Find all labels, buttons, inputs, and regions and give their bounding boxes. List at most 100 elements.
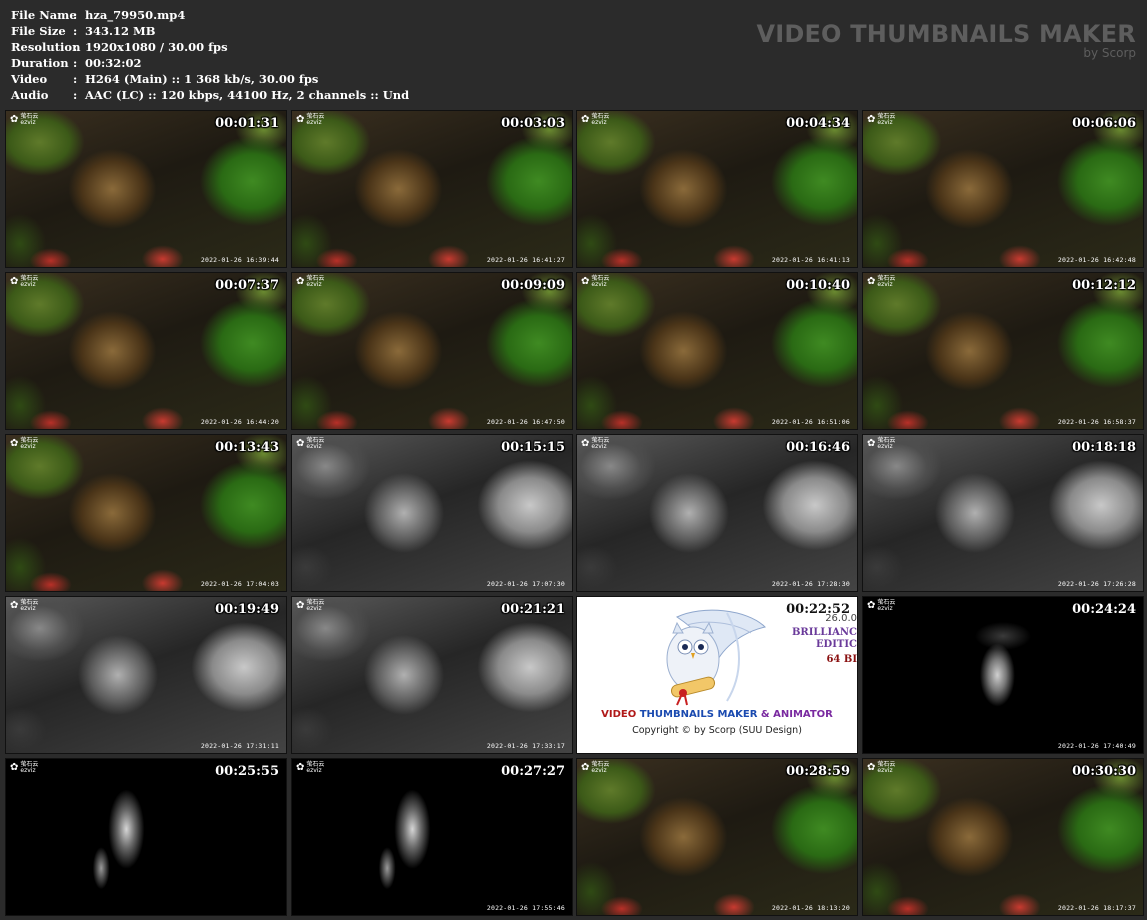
flower-icon: ✿ bbox=[296, 438, 305, 449]
camera-brand-bottom: ezviz bbox=[20, 281, 36, 288]
brand-subtitle: by Scorp bbox=[1083, 46, 1136, 60]
thumbnail-timestamp: 00:15:15 bbox=[501, 440, 565, 455]
file-info-row: Video: H264 (Main) :: 1 368 kb/s, 30.00 f… bbox=[11, 71, 409, 87]
thumbnail-timestamp: 00:21:21 bbox=[501, 602, 565, 617]
thumbnail-timestamp: 00:06:06 bbox=[1072, 116, 1136, 131]
file-info-key: Audio bbox=[11, 88, 49, 102]
flower-icon: ✿ bbox=[296, 114, 305, 125]
video-thumbnail[interactable]: ✿ 萤石云 ezviz 00:28:59 2022-01-26 18:13:20 bbox=[576, 758, 858, 916]
brand-watermark: VIDEO THUMBNAILS MAKER by Scorp bbox=[756, 21, 1136, 59]
video-thumbnail[interactable]: ✿ 萤石云 ezviz 00:04:34 2022-01-26 16:41:13 bbox=[576, 110, 858, 268]
camera-brand-bottom: ezviz bbox=[591, 119, 607, 126]
camera-brand-bottom: ezviz bbox=[20, 767, 36, 774]
file-info-separator: : bbox=[73, 72, 78, 86]
camera-brand-text: 萤石云 ezviz bbox=[591, 114, 609, 126]
file-info-key: Resolution bbox=[11, 40, 81, 54]
camera-brand-bottom: ezviz bbox=[306, 281, 322, 288]
video-thumbnail[interactable]: ✿ 萤石云 ezviz 00:21:21 2022-01-26 17:33:17 bbox=[291, 596, 573, 754]
thumbnail-timestamp: 00:12:12 bbox=[1072, 278, 1136, 293]
thumbnail-frame-image bbox=[6, 597, 286, 753]
video-thumbnail[interactable]: ✿ 萤石云 ezviz 00:30:30 2022-01-26 18:17:37 bbox=[862, 758, 1144, 916]
file-info-separator: : bbox=[73, 24, 78, 38]
camera-brand-logo: ✿ 萤石云 ezviz bbox=[296, 600, 324, 612]
camera-brand-text: 萤石云 ezviz bbox=[877, 762, 895, 774]
camera-brand-logo: ✿ 萤石云 ezviz bbox=[867, 762, 895, 774]
file-info-row: File Size:343.12 MB bbox=[11, 23, 409, 39]
video-thumbnail[interactable]: ✿ 萤石云 ezviz 00:01:31 2022-01-26 16:39:44 bbox=[5, 110, 287, 268]
video-thumbnail[interactable]: ✿ 萤石云 ezviz 00:19:49 2022-01-26 17:31:11 bbox=[5, 596, 287, 754]
camera-datetime-overlay: 2022-01-26 16:39:44 bbox=[200, 256, 279, 264]
camera-datetime-overlay: 2022-01-26 16:44:20 bbox=[200, 418, 279, 426]
video-thumbnail[interactable]: ✿ 萤石云 ezviz 00:27:27 2022-01-26 17:55:46 bbox=[291, 758, 573, 916]
thumbnail-frame-image bbox=[577, 111, 857, 267]
video-thumbnail[interactable]: ✿ 萤石云 ezviz 00:07:37 2022-01-26 16:44:20 bbox=[5, 272, 287, 430]
thumbnail-frame-image bbox=[577, 759, 857, 915]
flower-icon: ✿ bbox=[10, 114, 19, 125]
camera-brand-logo: ✿ 萤石云 ezviz bbox=[10, 276, 38, 288]
video-thumbnail[interactable]: ✿ 萤石云 ezviz 00:06:06 2022-01-26 16:42:48 bbox=[862, 110, 1144, 268]
logo-product-name-part: THUMBNAILS MAKER bbox=[639, 709, 758, 720]
file-info-row: Duration:00:32:02 bbox=[11, 55, 409, 71]
video-thumbnail[interactable]: ✿ 萤石云 ezviz 00:16:46 2022-01-26 17:28:30 bbox=[576, 434, 858, 592]
thumbnail-frame-image bbox=[863, 435, 1143, 591]
camera-datetime-overlay: 2022-01-26 18:17:37 bbox=[1057, 904, 1136, 912]
file-info-row: Audio: AAC (LC) :: 120 kbps, 44100 Hz, 2 … bbox=[11, 87, 409, 103]
file-info-value: H264 (Main) :: 1 368 kb/s, 30.00 fps bbox=[85, 72, 319, 86]
flower-icon: ✿ bbox=[867, 600, 876, 611]
video-thumbnail[interactable]: ✿ 萤石云 ezviz 00:24:24 2022-01-26 17:40:49 bbox=[862, 596, 1144, 754]
video-thumbnail[interactable]: ✿ 萤石云 ezviz 00:09:09 2022-01-26 16:47:50 bbox=[291, 272, 573, 430]
camera-brand-text: 萤石云 ezviz bbox=[306, 114, 324, 126]
logo-edition: BRILLIANC EDITIC bbox=[792, 627, 857, 651]
flower-icon: ✿ bbox=[581, 762, 590, 773]
video-thumbnail[interactable]: ✿ 萤石云 ezviz 00:10:40 2022-01-26 16:51:06 bbox=[576, 272, 858, 430]
camera-brand-bottom: ezviz bbox=[591, 767, 607, 774]
camera-brand-logo: ✿ 萤石云 ezviz bbox=[581, 114, 609, 126]
video-thumbnail[interactable]: ✿ 萤石云 ezviz 00:15:15 2022-01-26 17:07:30 bbox=[291, 434, 573, 592]
thumbnail-timestamp: 00:09:09 bbox=[501, 278, 565, 293]
camera-datetime-overlay: 2022-01-26 17:33:17 bbox=[486, 742, 565, 750]
camera-brand-logo: ✿ 萤石云 ezviz bbox=[867, 438, 895, 450]
file-info: File Name: hza_79950.mp4 File Size:343.12 … bbox=[11, 7, 409, 103]
video-thumbnail[interactable]: ✿ 萤石云 ezviz 00:03:03 2022-01-26 16:41:27 bbox=[291, 110, 573, 268]
camera-datetime-overlay: 2022-01-26 16:41:13 bbox=[771, 256, 850, 264]
camera-brand-logo: ✿ 萤石云 ezviz bbox=[296, 762, 324, 774]
camera-brand-text: 萤石云 ezviz bbox=[306, 438, 324, 450]
camera-brand-bottom: ezviz bbox=[877, 767, 893, 774]
camera-brand-text: 萤石云 ezviz bbox=[306, 600, 324, 612]
video-thumbnail[interactable]: ✿ 萤石云 ezviz 00:13:43 2022-01-26 17:04:03 bbox=[5, 434, 287, 592]
thumbnail-timestamp: 00:18:18 bbox=[1072, 440, 1136, 455]
thumbnail-frame-image bbox=[863, 759, 1143, 915]
camera-datetime-overlay: 2022-01-26 17:40:49 bbox=[1057, 742, 1136, 750]
thumbnail-frame-image bbox=[6, 435, 286, 591]
video-thumbnail[interactable]: 26.0.0 BRILLIANC EDITIC 64 BI VIDEO THUMBNAI… bbox=[576, 596, 858, 754]
camera-brand-bottom: ezviz bbox=[20, 605, 36, 612]
camera-brand-text: 萤石云 ezviz bbox=[20, 762, 38, 774]
camera-brand-text: 萤石云 ezviz bbox=[877, 600, 895, 612]
thumbnail-timestamp: 00:13:43 bbox=[215, 440, 279, 455]
file-info-value: 1920x1080 / 30.00 fps bbox=[85, 40, 228, 54]
thumbnail-timestamp: 00:16:46 bbox=[786, 440, 850, 455]
brand-title: VIDEO THUMBNAILS MAKER bbox=[756, 20, 1136, 48]
thumbnail-timestamp: 00:22:52 bbox=[786, 602, 850, 617]
video-thumbnail[interactable]: ✿ 萤石云 ezviz 00:25:55 bbox=[5, 758, 287, 916]
camera-brand-logo: ✿ 萤石云 ezviz bbox=[296, 114, 324, 126]
file-info-key: File Size bbox=[11, 24, 66, 38]
flower-icon: ✿ bbox=[296, 276, 305, 287]
file-info-separator: : bbox=[73, 56, 78, 70]
camera-brand-bottom: ezviz bbox=[306, 605, 322, 612]
camera-brand-logo: ✿ 萤石云 ezviz bbox=[296, 438, 324, 450]
video-thumbnail[interactable]: ✿ 萤石云 ezviz 00:12:12 2022-01-26 16:58:37 bbox=[862, 272, 1144, 430]
camera-brand-text: 萤石云 ezviz bbox=[20, 600, 38, 612]
file-info-value: 343.12 MB bbox=[85, 24, 156, 38]
logo-edition-line: BRILLIANC bbox=[791, 627, 857, 638]
video-thumbnail[interactable]: ✿ 萤石云 ezviz 00:18:18 2022-01-26 17:26:28 bbox=[862, 434, 1144, 592]
camera-brand-bottom: ezviz bbox=[591, 443, 607, 450]
file-info-key: Video bbox=[11, 72, 48, 86]
flower-icon: ✿ bbox=[10, 600, 19, 611]
thumbnail-frame-image bbox=[292, 597, 572, 753]
file-info-value: AAC (LC) :: 120 kbps, 44100 Hz, 2 channe… bbox=[85, 88, 410, 102]
camera-brand-logo: ✿ 萤石云 ezviz bbox=[581, 762, 609, 774]
file-info-key: File Name bbox=[11, 8, 77, 22]
thumbnail-timestamp: 00:28:59 bbox=[786, 764, 850, 779]
flower-icon: ✿ bbox=[581, 438, 590, 449]
